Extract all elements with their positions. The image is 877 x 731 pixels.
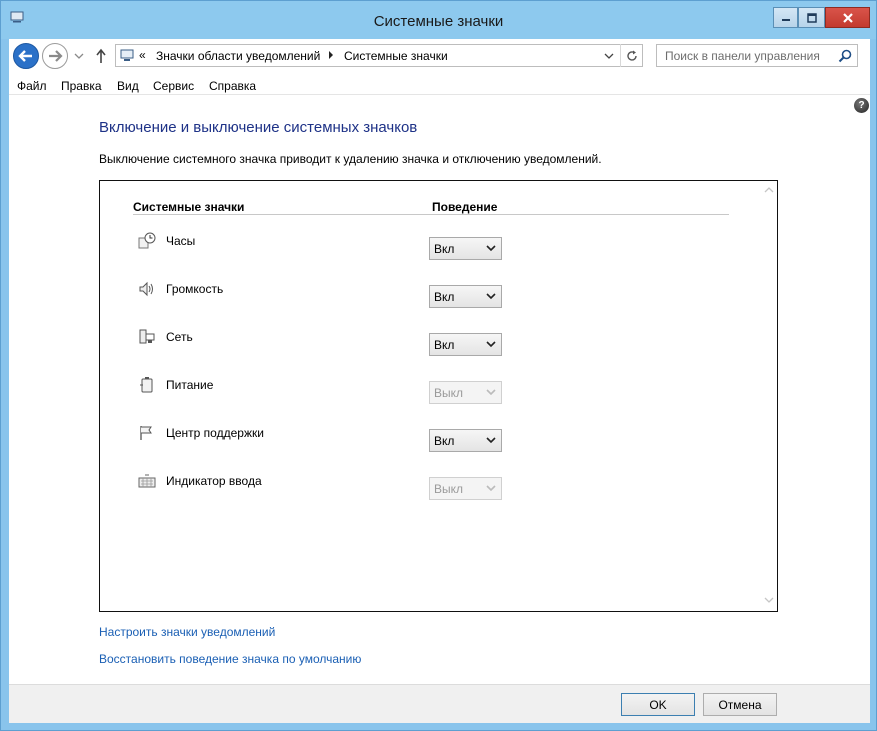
dropdown-value: Выкл (434, 386, 464, 400)
client-area: « Значки области уведомлений Системные з… (9, 39, 870, 723)
dropdown-value: Вкл (434, 242, 455, 256)
row-label: Громкость (166, 282, 224, 296)
forward-button[interactable] (42, 43, 68, 69)
refresh-icon (627, 50, 637, 61)
list-item: Сеть Вкл (100, 328, 740, 356)
address-bar[interactable]: « Значки области уведомлений Системные з… (115, 44, 643, 67)
menu-file[interactable]: Файл (17, 79, 47, 93)
list-item: Громкость Вкл (100, 280, 740, 308)
search-input[interactable]: Поиск в панели управления (656, 44, 858, 67)
chevron-down-icon (486, 485, 496, 492)
dropdown-value: Выкл (434, 482, 464, 496)
restore-default-behavior-link[interactable]: Восстановить поведение значка по умолчан… (99, 652, 361, 666)
chevron-right-icon[interactable] (328, 50, 334, 60)
row-label: Сеть (166, 330, 193, 344)
column-header-behavior: Поведение (432, 200, 498, 214)
dropdown-value: Вкл (434, 338, 455, 352)
dropdown-value: Вкл (434, 434, 455, 448)
menu-help[interactable]: Справка (209, 79, 256, 93)
header-divider (133, 214, 729, 215)
page-title: Включение и выключение системных значков (99, 119, 418, 136)
arrow-left-icon (18, 50, 32, 62)
behavior-dropdown-clock[interactable]: Вкл (429, 237, 502, 260)
row-label: Центр поддержки (166, 426, 264, 440)
chevron-down-icon[interactable] (604, 52, 614, 60)
window-title: Системные значки (373, 13, 504, 30)
arrow-right-icon (49, 50, 63, 62)
row-label: Часы (166, 234, 196, 248)
cancel-button-label: Отмена (718, 697, 762, 712)
search-icon[interactable] (838, 49, 852, 63)
network-icon (139, 329, 155, 344)
chevron-down-icon[interactable] (73, 51, 85, 61)
close-button[interactable] (825, 7, 870, 28)
list-item: Часы Вкл (100, 232, 740, 260)
behavior-dropdown-action-center[interactable]: Вкл (429, 429, 502, 452)
dialog-footer: OK Отмена (9, 684, 870, 723)
row-label: Индикатор ввода (166, 474, 262, 488)
minimize-icon (781, 18, 790, 21)
power-icon (140, 377, 153, 393)
ok-button-label: OK (649, 697, 667, 712)
cancel-button[interactable]: Отмена (703, 693, 777, 716)
behavior-dropdown-power: Выкл (429, 381, 502, 404)
list-item: Индикатор ввода Выкл (100, 472, 740, 500)
vertical-scrollbar[interactable] (760, 181, 778, 611)
refresh-button[interactable] (620, 44, 643, 67)
navigation-bar: « Значки области уведомлений Системные з… (9, 39, 870, 73)
breadcrumb-item[interactable]: Значки области уведомлений (156, 49, 320, 63)
customize-notification-icons-link[interactable]: Настроить значки уведомлений (99, 625, 275, 639)
chevron-down-icon (486, 341, 496, 348)
clock-icon (138, 232, 156, 249)
flag-icon (140, 426, 152, 440)
chevron-up-icon[interactable] (764, 187, 774, 193)
ok-button[interactable]: OK (621, 693, 695, 716)
back-button[interactable] (13, 43, 39, 69)
keyboard-icon (138, 474, 156, 488)
breadcrumb-overflow[interactable]: « (139, 48, 146, 62)
column-header-icons: Системные значки (133, 200, 245, 214)
dropdown-value: Вкл (434, 290, 455, 304)
search-placeholder: Поиск в панели управления (665, 49, 820, 63)
row-label: Питание (166, 378, 214, 392)
chevron-down-icon (486, 245, 496, 252)
close-icon (842, 12, 853, 23)
behavior-dropdown-network[interactable]: Вкл (429, 333, 502, 356)
control-panel-icon (120, 49, 134, 61)
menu-tools[interactable]: Сервис (153, 79, 194, 93)
chevron-down-icon[interactable] (764, 597, 774, 603)
chevron-down-icon (486, 389, 496, 396)
list-item: Центр поддержки Вкл (100, 424, 740, 452)
maximize-button[interactable] (798, 7, 825, 28)
arrow-up-icon[interactable] (95, 48, 107, 64)
window-frame: Системные значки « Значки области уведом… (0, 0, 877, 731)
minimize-button[interactable] (773, 7, 798, 28)
page-description: Выключение системного значка приводит к … (99, 152, 602, 166)
breadcrumb-item[interactable]: Системные значки (344, 49, 448, 63)
system-icons-panel: Системные значки Поведение Часы Вкл Гром… (99, 180, 778, 612)
menu-view[interactable]: Вид (117, 79, 139, 93)
behavior-dropdown-input-indicator: Выкл (429, 477, 502, 500)
behavior-dropdown-volume[interactable]: Вкл (429, 285, 502, 308)
menu-bar: Файл Правка Вид Сервис Справка (9, 73, 870, 95)
help-icon[interactable]: ? (854, 98, 869, 113)
chevron-down-icon (486, 293, 496, 300)
title-bar[interactable]: Системные значки (1, 1, 876, 39)
list-item: Питание Выкл (100, 376, 740, 404)
maximize-icon (806, 12, 817, 23)
chevron-down-icon (486, 437, 496, 444)
menu-edit[interactable]: Правка (61, 79, 102, 93)
volume-icon (139, 281, 153, 297)
